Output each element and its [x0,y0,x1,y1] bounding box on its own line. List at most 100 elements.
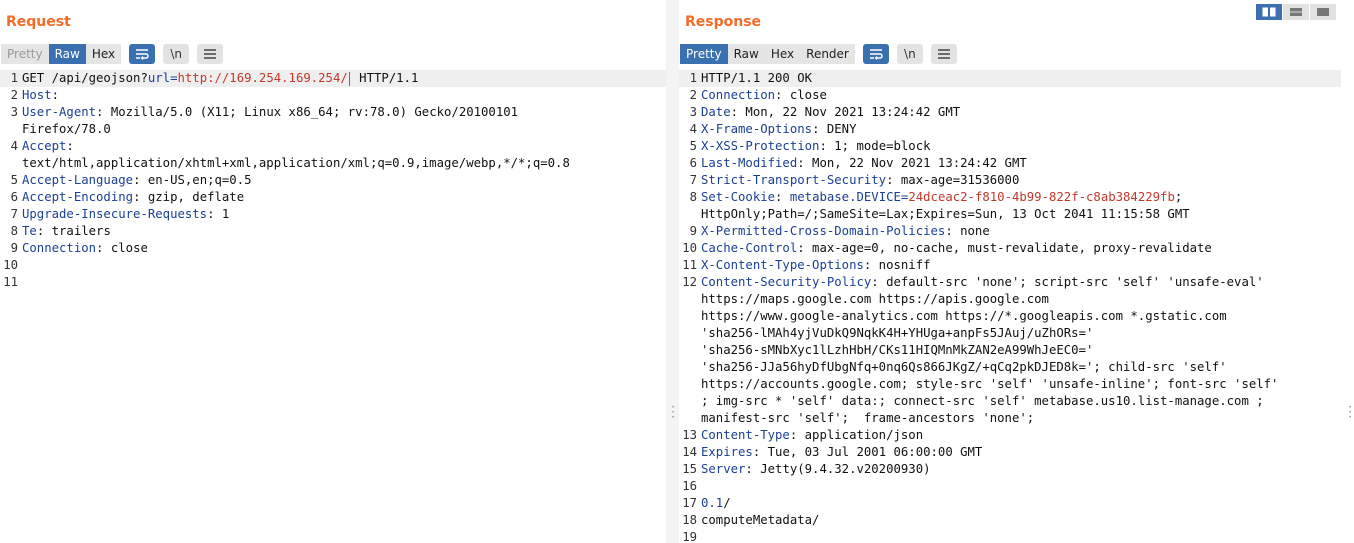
line-content: User-Agent: Mozilla/5.0 (X11; Linux x86_… [22,104,666,121]
line-text: manifest-src 'self'; frame-ancestors 'no… [701,411,1035,425]
header-name: Accept [22,139,67,153]
header-name: Content-Security-Policy [701,275,872,289]
header-value: 1; mode=block [826,139,931,153]
layout-split-icon [1262,7,1276,17]
line-content: Connection: close [22,240,666,257]
header-value: max-age=31536000 [893,173,1020,187]
cookie-name: metabase.DEVICE [789,190,901,204]
line-content: Firefox/78.0 [22,121,666,138]
line-number: 12 [682,275,697,289]
code-line: https://www.google-analytics.com https:/… [679,308,1341,325]
line-number: 19 [682,530,697,543]
line-number: 15 [682,462,697,476]
code-line: 4 Accept: [0,138,666,155]
layout-toggle [1256,4,1337,20]
request-toolbar: Pretty Raw Hex \n [1,44,224,64]
menu-icon [937,49,950,59]
code-line: 'sha256-sMNbXyc1lLzhHbH/CKs11HIQMnMkZAN2… [679,342,1341,359]
layout-tabs-button[interactable] [1310,4,1337,20]
line-text: HTTP/1.1 200 OK [701,71,813,85]
cookie-tail: ; [1174,190,1183,204]
code-line: 7 Upgrade-Insecure-Requests: 1 [0,206,666,223]
line-number: 14 [682,445,697,459]
response-toolbar: Pretty Raw Hex Render \n [680,44,957,64]
header-name: Expires [701,445,753,459]
wrap-lines-button[interactable] [862,44,889,64]
header-name: Connection [701,88,776,102]
line-text: ; img-src * 'self' data:; connect-src 's… [701,394,1264,408]
request-editor[interactable]: 1 GET /api/geojson?url=http://169.254.169… [0,70,666,543]
line-number: 18 [682,513,697,527]
header-name: Accept-Language [22,173,134,187]
header-name: X-Permitted-Cross-Domain-Policies [701,224,946,238]
layout-horizontal-icon [1290,8,1302,16]
header-value: gzip, deflate [140,190,245,204]
code-line: 14 Expires: Tue, 03 Jul 2001 06:00:00 GMT [679,444,1341,461]
line-content: Expires: Tue, 03 Jul 2001 06:00:00 GMT [701,444,1341,461]
header-name: Last-Modified [701,156,798,170]
header-value: Mon, 22 Nov 2021 13:24:42 GMT [804,156,1027,170]
tab-raw[interactable]: Raw [727,44,765,64]
pane-divider[interactable] [666,0,679,543]
wrap-lines-button[interactable] [129,44,156,64]
show-newlines-button[interactable]: \n [896,44,923,64]
header-colon: : [945,224,953,238]
line-content: Last-Modified: Mon, 22 Nov 2021 13:24:42… [701,155,1341,172]
header-name: Set-Cookie [701,190,776,204]
line-content: X-Content-Type-Options: nosniff [701,257,1341,274]
header-name: Strict-Transport-Security [701,173,887,187]
drag-handle-icon[interactable]: · · · [671,401,675,423]
wrap-lines-icon [869,49,883,60]
tab-hex[interactable]: Hex [764,44,801,64]
line-number [679,325,701,342]
response-menu-button[interactable] [930,44,957,64]
line-content: HttpOnly;Path=/;SameSite=Lax;Expires=Sun… [701,206,1341,223]
request-method-path: GET /api/geojson? [22,71,148,85]
tab-hex[interactable]: Hex [85,44,122,64]
code-line: 8 Te: trailers [0,223,666,240]
query-param-name: url [147,71,171,85]
code-line: HttpOnly;Path=/;SameSite=Lax;Expires=Sun… [679,206,1341,223]
line-number: 11 [3,275,18,289]
line-text: 'sha256-JJa56hyDfUbgNfq+0nq6Qs866JKgZ/+q… [701,360,1227,374]
request-view-tabs: Pretty Raw Hex [1,44,122,64]
line-number: 3 [10,105,18,119]
code-line: 17 0.1/ [679,495,1341,512]
header-name: Cache-Control [701,241,798,255]
http-version: HTTP/1.1 [351,71,419,85]
layout-horizontal-button[interactable] [1283,4,1310,20]
line-text: 'sha256-sMNbXyc1lLzhHbH/CKs11HIQMnMkZAN2… [701,343,1094,357]
show-newlines-button[interactable]: \n [163,44,190,64]
code-line: 'sha256-JJa56hyDfUbgNfq+0nq6Qs866JKgZ/+q… [679,359,1341,376]
header-name: Upgrade-Insecure-Requests [22,207,208,221]
line-content [22,257,666,274]
path-slash: / [723,496,731,510]
tab-raw[interactable]: Raw [48,44,86,64]
code-line: manifest-src 'self'; frame-ancestors 'no… [679,410,1341,427]
line-content: Accept-Language: en-US,en;q=0.5 [22,172,666,189]
line-content [701,478,1341,495]
line-number: 11 [682,258,697,272]
tab-pretty[interactable]: Pretty [680,44,728,64]
drag-handle-icon[interactable]: · · · [1348,401,1352,423]
header-value: Mozilla/5.0 (X11; Linux x86_64; rv:78.0)… [103,105,519,119]
code-line: 3 Date: Mon, 22 Nov 2021 13:24:42 GMT [679,104,1341,121]
line-text: text/html,application/xhtml+xml,applicat… [22,156,570,170]
header-name: X-Frame-Options [701,122,813,136]
line-number: 5 [689,139,697,153]
response-editor[interactable]: 1 HTTP/1.1 200 OK 2 Connection: close 3 Date:… [679,70,1341,543]
line-number: 3 [689,105,697,119]
line-content: https://accounts.google.com; style-src '… [701,376,1341,393]
tab-pretty[interactable]: Pretty [1,44,49,64]
code-line: 7 Strict-Transport-Security: max-age=3153… [679,172,1341,189]
header-name: Server [701,462,746,476]
header-value: 1 [214,207,230,221]
line-number [679,393,701,410]
code-line: 15 Server: Jetty(9.4.32.v20200930) [679,461,1341,478]
request-menu-button[interactable] [197,44,224,64]
header-name: User-Agent [22,105,97,119]
tab-render[interactable]: Render [800,44,855,64]
code-line: 11 [0,274,666,291]
layout-split-button[interactable] [1256,4,1283,20]
line-text: https://maps.google.com https://apis.goo… [701,292,1049,306]
